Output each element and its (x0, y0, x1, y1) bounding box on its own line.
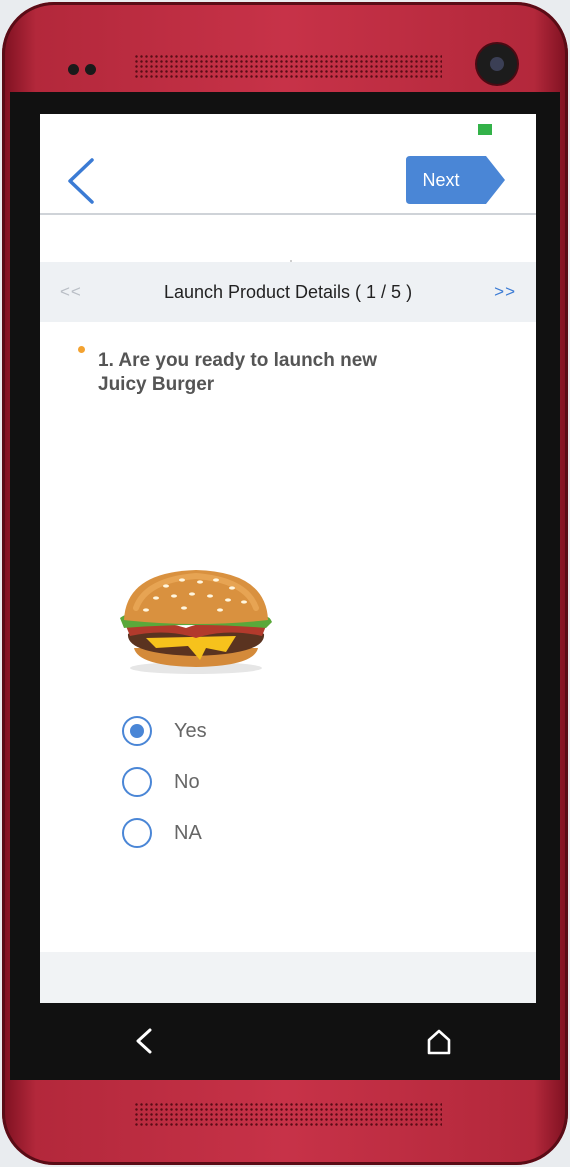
radio-checked-icon[interactable] (122, 716, 152, 746)
bottom-speaker-grille (134, 1102, 442, 1126)
app-screen: Next << Launch Product Details ( 1 / 5 )… (40, 114, 536, 1003)
chevron-left-icon (68, 158, 94, 204)
radio-unchecked-icon[interactable] (122, 818, 152, 848)
status-indicator (478, 124, 492, 135)
required-bullet (78, 346, 85, 353)
sensor-dots (68, 62, 102, 80)
next-button-label: Next (422, 170, 460, 190)
section-nav-bar: << Launch Product Details ( 1 / 5 ) >> (40, 262, 536, 322)
bottom-area (40, 952, 536, 1003)
option-label: NA (174, 822, 202, 844)
top-speaker-grille (134, 54, 442, 78)
system-home-icon[interactable] (426, 1028, 452, 1056)
front-camera (477, 44, 517, 84)
section-title: Launch Product Details ( 1 / 5 ) (163, 282, 413, 302)
back-button[interactable] (62, 156, 102, 206)
next-section-button[interactable]: >> (494, 282, 516, 302)
question-text: 1. Are you ready to launch new Juicy Bur… (98, 350, 378, 395)
system-back-icon[interactable] (132, 1026, 156, 1056)
option-label: Yes (174, 720, 207, 742)
header-divider (40, 213, 536, 215)
next-button[interactable]: Next (406, 156, 506, 204)
radio-unchecked-icon[interactable] (122, 767, 152, 797)
burger-image (120, 570, 272, 674)
option-label: No (174, 771, 200, 793)
